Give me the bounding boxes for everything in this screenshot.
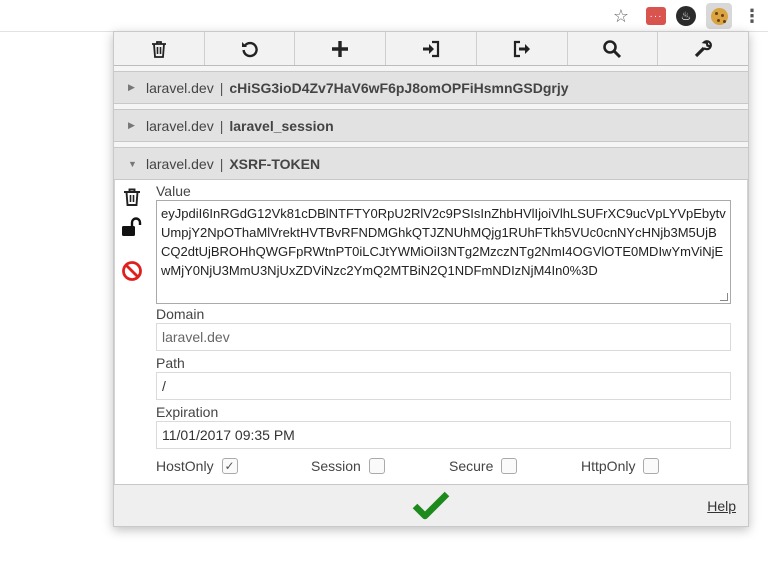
export-button[interactable]: [477, 32, 568, 65]
cookie-row-3-expanded[interactable]: ▼ laravel.dev | XSRF-TOKEN: [114, 147, 748, 180]
path-field[interactable]: /: [156, 372, 731, 400]
wrench-icon: [695, 39, 713, 57]
expiration-label: Expiration: [156, 404, 219, 420]
secure-label: Secure: [449, 458, 494, 474]
cookie-row-1[interactable]: ▶ laravel.dev | cHiSG3ioD4Zv7HaV6wF6pJ8o…: [114, 71, 748, 104]
cookie-separator: |: [219, 117, 224, 134]
hostonly-checkbox[interactable]: HostOnly ✓: [156, 458, 311, 474]
httponly-checkbox[interactable]: HttpOnly: [581, 458, 660, 474]
cookie-editor-popup: ▶ laravel.dev | cHiSG3ioD4Zv7HaV6wF6pJ8o…: [113, 31, 749, 527]
checkmark-icon: [412, 491, 450, 520]
flag-checkboxes: HostOnly ✓ Session Secure HttpOnly: [156, 455, 731, 477]
ext-red-icon[interactable]: ···: [646, 7, 666, 25]
import-button[interactable]: [386, 32, 477, 65]
cookie-domain: laravel.dev: [146, 155, 214, 172]
refresh-button[interactable]: [205, 32, 296, 65]
refresh-icon: [241, 41, 258, 57]
cookie-separator: |: [219, 79, 224, 96]
plus-icon: [332, 40, 349, 57]
cookie-glyph: [710, 7, 728, 25]
delete-all-button[interactable]: [114, 32, 205, 65]
import-icon: [423, 40, 440, 57]
popup-toolbar: [114, 32, 748, 66]
star-outline-icon[interactable]: ☆: [610, 5, 632, 27]
value-text: eyJpdiI6InRGdG12Vk81cDBlNTFTY0RpU2RlV2c9…: [161, 206, 726, 278]
cookie-name: laravel_session: [229, 117, 334, 134]
browser-toolbar: ☆ ··· ♨ ⋮: [0, 0, 768, 32]
export-icon: [513, 40, 530, 57]
value-textarea[interactable]: eyJpdiI6InRGdG12Vk81cDBlNTFTY0RpU2RlV2c9…: [156, 200, 731, 304]
session-label: Session: [311, 458, 361, 474]
domain-field[interactable]: laravel.dev: [156, 323, 731, 351]
cookie-details-panel: Value eyJpdiI6InRGdG12Vk81cDBlNTFTY0RpU2…: [114, 180, 748, 488]
value-label: Value: [156, 183, 191, 199]
path-label: Path: [156, 355, 185, 371]
checkbox-unchecked[interactable]: [643, 458, 660, 474]
cookie-form: Value eyJpdiI6InRGdG12Vk81cDBlNTFTY0RpU2…: [156, 182, 731, 477]
secure-checkbox[interactable]: Secure: [449, 458, 581, 474]
trash-icon[interactable]: [121, 186, 143, 208]
trash-icon: [151, 40, 166, 58]
cookie-row-2[interactable]: ▶ laravel.dev | laravel_session: [114, 109, 748, 142]
expiration-field[interactable]: 11/01/2017 09:35 PM: [156, 421, 731, 449]
search-icon: [603, 39, 622, 58]
cookie-domain: laravel.dev: [146, 117, 214, 134]
browser-menu-icon[interactable]: ⋮: [741, 5, 763, 27]
expand-arrow-icon: ▶: [128, 120, 135, 130]
block-icon[interactable]: [121, 260, 143, 282]
cookie-name: XSRF-TOKEN: [229, 155, 321, 172]
checkbox-unchecked[interactable]: [368, 458, 385, 474]
cookie-icon[interactable]: [706, 3, 732, 29]
checkbox-checked[interactable]: ✓: [221, 458, 238, 474]
cookie-actions: [121, 186, 145, 290]
resize-handle[interactable]: [720, 293, 728, 301]
cookie-domain: laravel.dev: [146, 79, 214, 96]
expand-arrow-icon: ▶: [128, 82, 135, 92]
help-link[interactable]: Help: [707, 498, 736, 514]
search-button[interactable]: [568, 32, 659, 65]
popup-footer: Help: [114, 484, 748, 526]
flame-icon[interactable]: ♨: [676, 6, 696, 26]
add-cookie-button[interactable]: [295, 32, 387, 65]
cookie-separator: |: [219, 155, 224, 172]
settings-button[interactable]: [658, 32, 748, 65]
cookie-name: cHiSG3ioD4Zv7HaV6wF6pJ8omOPFiHsmnGSDgrjy: [229, 79, 569, 96]
collapse-arrow-icon: ▼: [128, 158, 137, 169]
checkbox-unchecked[interactable]: [501, 458, 518, 474]
hostonly-label: HostOnly: [156, 458, 214, 474]
domain-label: Domain: [156, 306, 205, 322]
httponly-label: HttpOnly: [581, 458, 636, 474]
session-checkbox[interactable]: Session: [311, 458, 449, 474]
unlock-icon[interactable]: [121, 216, 143, 238]
save-button[interactable]: [411, 489, 451, 523]
